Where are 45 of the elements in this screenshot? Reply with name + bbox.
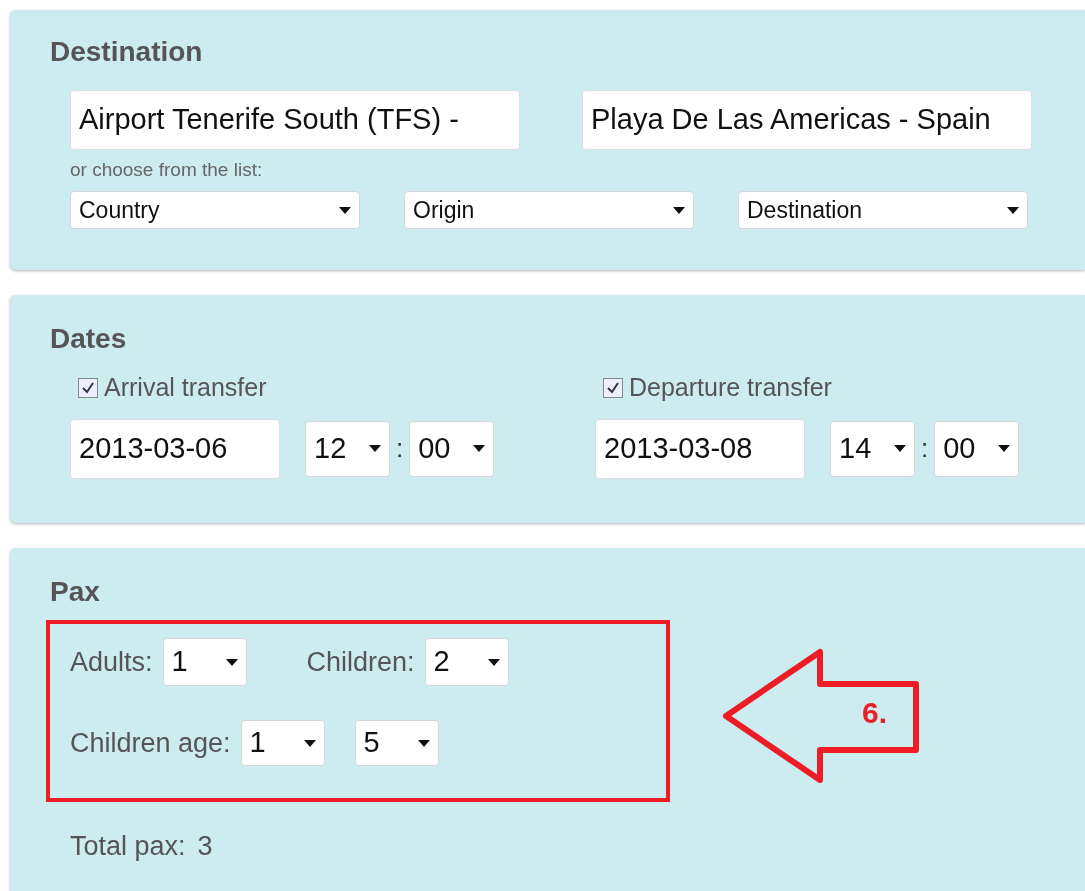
dropdown[interactable]: 5 bbox=[354, 720, 439, 766]
section-heading: Dates bbox=[50, 325, 128, 353]
adults-label: Adults: bbox=[70, 645, 153, 679]
dropdown[interactable]: 2 bbox=[424, 638, 509, 686]
step-number: 6. bbox=[862, 698, 888, 728]
caret-icon bbox=[303, 739, 316, 747]
caret-icon bbox=[339, 206, 351, 214]
checkbox-label: Arrival transfer bbox=[104, 372, 267, 403]
time-separator: : bbox=[396, 432, 404, 465]
caret-icon bbox=[998, 445, 1011, 452]
dropdown[interactable]: Destination bbox=[738, 191, 1028, 229]
dropdown[interactable]: Country bbox=[70, 191, 360, 229]
dropdown[interactable]: 1 bbox=[162, 638, 247, 686]
arrow-icon bbox=[722, 648, 922, 784]
caret-icon bbox=[369, 445, 381, 452]
input-field[interactable]: Playa De Las Americas - Spain bbox=[582, 90, 1032, 150]
children-label: Children: bbox=[306, 645, 415, 679]
caret-icon bbox=[894, 445, 906, 452]
dropdown[interactable]: 12 bbox=[305, 420, 390, 477]
children-age-label: Children age: bbox=[70, 726, 231, 760]
input-field[interactable]: 2013-03-08 bbox=[595, 418, 805, 479]
time-separator: : bbox=[921, 432, 929, 465]
caret-icon bbox=[487, 658, 500, 666]
dropdown[interactable]: 14 bbox=[830, 420, 915, 477]
caret-icon bbox=[1007, 206, 1019, 214]
caret-icon bbox=[473, 445, 486, 452]
total-label: Total pax: bbox=[70, 830, 186, 863]
caret-icon bbox=[225, 658, 238, 666]
caret-icon bbox=[673, 206, 685, 214]
section-heading: Pax bbox=[50, 578, 101, 606]
check-icon bbox=[81, 380, 95, 395]
checkbox[interactable] bbox=[78, 377, 98, 398]
dropdown[interactable]: Origin bbox=[404, 191, 694, 229]
input-field[interactable]: Airport Tenerife South (TFS) - bbox=[70, 90, 520, 150]
dropdown[interactable]: 00 bbox=[934, 420, 1020, 477]
input-field[interactable]: 2013-03-06 bbox=[70, 418, 280, 479]
dropdown[interactable]: 1 bbox=[240, 720, 325, 766]
section-heading: Destination bbox=[50, 38, 204, 66]
check-icon bbox=[606, 380, 620, 395]
checkbox-label: Departure transfer bbox=[629, 372, 832, 403]
caret-icon bbox=[417, 739, 430, 747]
checkbox[interactable] bbox=[603, 377, 623, 398]
total-value: 3 bbox=[197, 830, 213, 863]
dropdown[interactable]: 00 bbox=[409, 420, 495, 477]
hint-text: or choose from the list: bbox=[70, 160, 264, 179]
